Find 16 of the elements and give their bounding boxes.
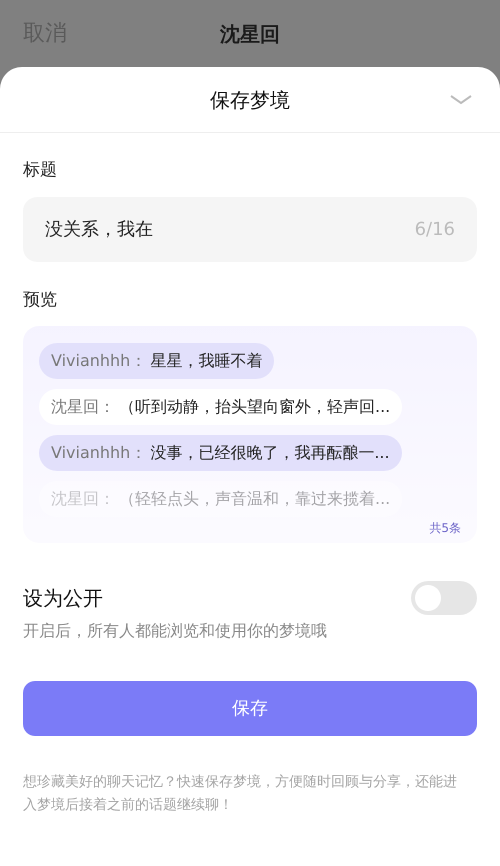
- collapse-chevron-icon[interactable]: [450, 95, 472, 105]
- message-bubble: 沈星回： （听到动静，抬头望向窗外，轻声回...: [39, 389, 402, 425]
- chat-title: 沈星回: [220, 20, 280, 48]
- title-input[interactable]: 没关系，我在 6/16: [23, 196, 477, 262]
- section-label: 预览: [23, 288, 58, 312]
- public-toggle[interactable]: [411, 581, 477, 615]
- sheet-title: 保存梦境: [210, 86, 290, 114]
- save-button[interactable]: 保存: [23, 681, 477, 736]
- setting-description: 开启后，所有人都能浏览和使用你的梦境哦: [23, 620, 327, 642]
- message-bubble: Vivianhhh： 星星，我睡不着: [39, 343, 274, 379]
- char-counter: 6/16: [414, 218, 455, 242]
- setting-label: 设为公开: [23, 585, 104, 612]
- message-bubble: Vivianhhh： 没事，已经很晚了，我再酝酿一...: [39, 435, 402, 471]
- footer-hint: 想珍藏美好的聊天记忆？快速保存梦境，方便随时回顾与分享，还能进入梦境后接着之前的话题继续聊！: [23, 773, 458, 815]
- message-count: 共5条: [429, 520, 461, 537]
- field-label: 标题: [23, 159, 58, 182]
